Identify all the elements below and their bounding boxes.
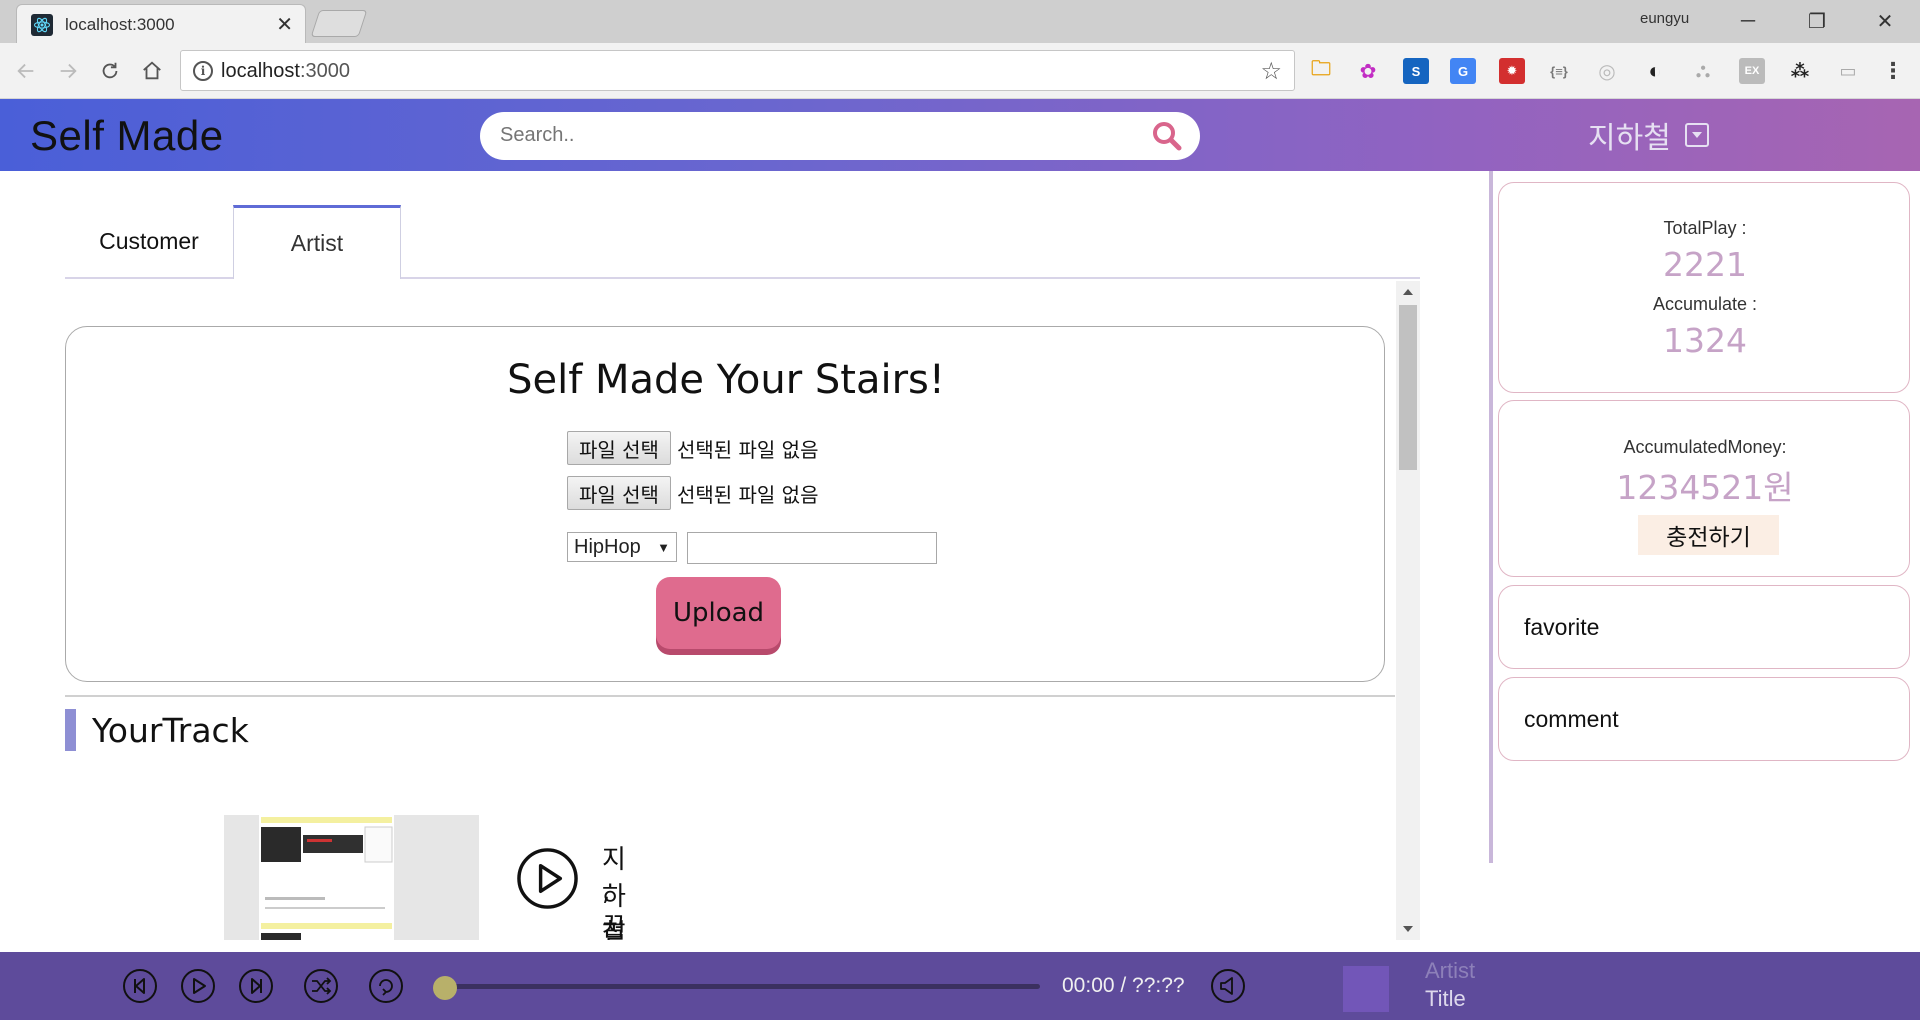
json-extension-icon[interactable]: {≡} [1546, 58, 1572, 84]
track-thumbnail[interactable] [224, 815, 479, 940]
track-title-input[interactable] [687, 532, 937, 564]
image-file-row: 파일 선택 선택된 파일 없음 [567, 476, 818, 510]
genre-value: HipHop [574, 535, 641, 558]
total-play-label: TotalPlay : [1663, 218, 1747, 238]
audio-file-row: 파일 선택 선택된 파일 없음 [567, 431, 818, 465]
puzzle-extension-icon[interactable]: ✿ [1355, 58, 1381, 84]
charge-button[interactable]: 충전하기 [1638, 515, 1779, 555]
pdf-extension-icon[interactable]: ⛬ [1690, 58, 1716, 84]
accumulate-value: 1324 [1663, 321, 1747, 360]
image-file-button[interactable]: 파일 선택 [567, 476, 671, 510]
scroll-down-icon[interactable] [1403, 926, 1413, 932]
next-track-icon[interactable] [238, 968, 274, 1004]
role-tabs: Customer Artist [65, 205, 1420, 279]
tab-artist[interactable]: Artist [233, 205, 401, 279]
bookmark-star-icon[interactable]: ☆ [1260, 57, 1282, 86]
audio-file-status: 선택된 파일 없음 [676, 437, 819, 462]
reload-icon[interactable] [94, 55, 126, 87]
home-icon[interactable] [136, 55, 168, 87]
search-input[interactable] [500, 124, 1100, 147]
dropdown-icon[interactable] [1684, 123, 1709, 147]
image-file-status: 선택된 파일 없음 [676, 482, 819, 507]
comment-card[interactable]: comment [1498, 677, 1910, 761]
album-cover[interactable] [1343, 966, 1389, 1012]
close-window-icon[interactable]: ✕ [1862, 6, 1908, 36]
progress-track[interactable] [445, 984, 1040, 989]
new-tab-button[interactable] [310, 10, 368, 37]
search-icon[interactable] [1152, 121, 1182, 151]
progress-knob[interactable] [433, 976, 457, 1000]
contrast-extension-icon[interactable]: ◐ [1642, 58, 1668, 84]
user-menu[interactable]: 지하철 [1588, 113, 1709, 157]
ex-extension-icon[interactable]: EX [1739, 58, 1765, 84]
user-name: 지하철 [1588, 121, 1671, 156]
money-value: 1234521원 [1616, 468, 1794, 507]
music-player: 00:00 / ??:?? Artist Title [0, 952, 1920, 1020]
tab-title: localhost:3000 [65, 15, 175, 34]
heading-accent-bar [65, 709, 76, 751]
content-scrollbar[interactable] [1396, 281, 1420, 940]
brand-logo[interactable]: Self Made [30, 112, 224, 160]
browser-titlebar: localhost:3000 ✕ eungyu ─ ❐ ✕ [0, 0, 1920, 43]
address-bar[interactable]: i localhost:3000 ☆ [180, 50, 1295, 91]
play-circle-icon[interactable] [516, 847, 579, 910]
track-title: ,꿈에 [602, 877, 626, 940]
scroll-up-icon[interactable] [1403, 289, 1413, 295]
cast-extension-icon[interactable]: ▭ [1835, 58, 1861, 84]
favorite-card[interactable]: favorite [1498, 585, 1910, 669]
audio-file-button[interactable]: 파일 선택 [567, 431, 671, 465]
search-bar [480, 112, 1200, 160]
money-card: AccumulatedMoney: 1234521원 충전하기 [1498, 400, 1910, 577]
section-title: YourTrack [92, 710, 249, 750]
restore-icon[interactable]: ❐ [1794, 6, 1840, 36]
comment-link[interactable]: comment [1524, 706, 1619, 733]
artist-content: Self Made Your Stairs! 파일 선택 선택된 파일 없음 파… [65, 281, 1420, 940]
play-stats-card: TotalPlay : 2221 Accumulate : 1324 [1498, 182, 1910, 393]
people-extension-icon[interactable]: ⁂ [1787, 58, 1813, 84]
tab-close-icon[interactable]: ✕ [276, 12, 293, 37]
accumulate-label: Accumulate : [1652, 294, 1758, 314]
tab-customer[interactable]: Customer [65, 205, 233, 277]
upload-title: Self Made Your Stairs! [507, 357, 945, 403]
window-user: eungyu [1640, 10, 1690, 27]
upload-button[interactable]: Upload [656, 577, 781, 649]
playback-time: 00:00 / ??:?? [1062, 974, 1185, 997]
money-label: AccumulatedMoney: [1623, 437, 1787, 457]
folder-extension-icon[interactable]: 🗀 [1308, 58, 1334, 84]
app-header: Self Made 지하철 [0, 99, 1920, 171]
total-play-value: 2221 [1663, 245, 1747, 284]
upload-card: Self Made Your Stairs! 파일 선택 선택된 파일 없음 파… [65, 326, 1385, 682]
shuffle-icon[interactable] [303, 968, 339, 1004]
bug-extension-icon[interactable]: ✹ [1499, 58, 1525, 84]
side-divider [1489, 171, 1493, 863]
section-divider [65, 695, 1395, 697]
back-icon[interactable] [10, 55, 42, 87]
favorite-link[interactable]: favorite [1524, 614, 1599, 641]
genre-select[interactable]: HipHop ▼ [567, 532, 677, 562]
react-icon [31, 14, 53, 36]
thumbnail-document [259, 815, 394, 940]
menu-kebab-icon[interactable]: ⋮ [1880, 58, 1906, 84]
player-title: Title [1425, 986, 1466, 1011]
info-icon[interactable]: i [193, 61, 213, 81]
select-arrow-icon: ▼ [657, 539, 670, 555]
browser-toolbar: i localhost:3000 ☆ 🗀 ✿ S G ✹ {≡} ◎ ◐ ⛬ E… [0, 43, 1920, 99]
translate-extension-icon[interactable]: G [1450, 58, 1476, 84]
your-track-heading: YourTrack [65, 709, 249, 751]
previous-track-icon[interactable] [122, 968, 158, 1004]
browser-tab[interactable]: localhost:3000 ✕ [16, 4, 306, 43]
player-artist: Artist [1425, 958, 1476, 983]
address-url[interactable]: localhost:3000 [221, 60, 350, 83]
scroll-thumb[interactable] [1399, 305, 1417, 470]
repeat-icon[interactable] [368, 968, 404, 1004]
play-icon[interactable] [180, 968, 216, 1004]
s-extension-icon[interactable]: S [1403, 58, 1429, 84]
forward-icon[interactable] [52, 55, 84, 87]
volume-icon[interactable] [1210, 968, 1246, 1004]
minimize-icon[interactable]: ─ [1725, 6, 1771, 36]
target-extension-icon[interactable]: ◎ [1594, 58, 1620, 84]
